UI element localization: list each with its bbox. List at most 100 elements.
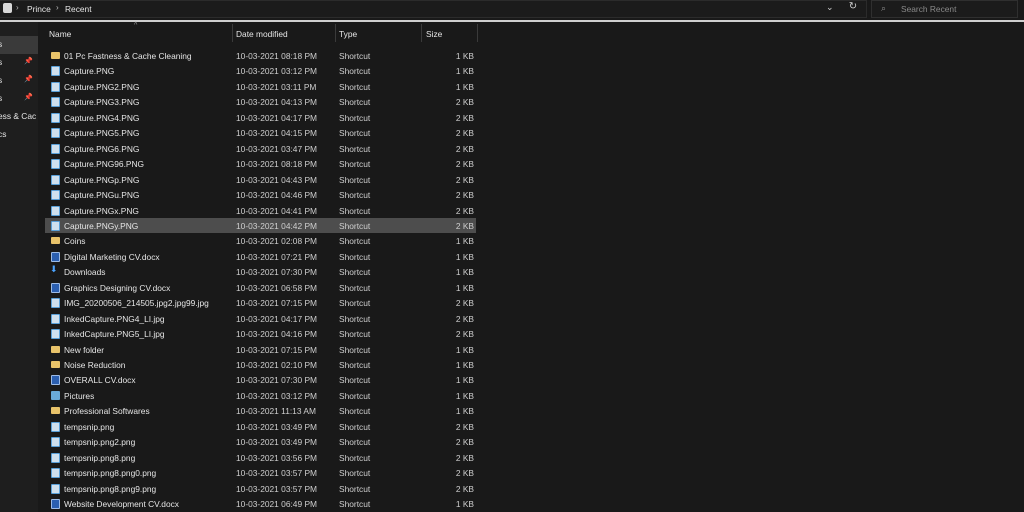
file-row[interactable]: tempsnip.png8.png0.png 10-03-2021 03:57 P… (45, 465, 476, 480)
file-row[interactable]: tempsnip.png8.png9.png 10-03-2021 03:57 P… (45, 481, 476, 496)
file-size: 2 KB (455, 329, 474, 340)
file-row[interactable]: Capture.PNG96.PNG 10-03-2021 08:18 PM Shor… (45, 156, 476, 171)
file-row[interactable]: Digital Marketing CV.docx 10-03-2021 07:2… (45, 249, 476, 264)
file-row[interactable]: Professional Softwares 10-03-2021 11:13 A… (45, 403, 476, 418)
image-file-icon (51, 468, 60, 479)
file-type: Shortcut (339, 390, 371, 401)
file-row[interactable]: Website Development CV.docx 10-03-2021 06… (45, 496, 476, 511)
file-date-modified: 10-03-2021 04:15 PM (236, 128, 318, 139)
column-divider[interactable] (335, 24, 336, 42)
file-date-modified: 10-03-2021 04:17 PM (236, 112, 318, 123)
file-row[interactable]: tempsnip.png 10-03-2021 03:49 PM Shortcut 2… (45, 419, 476, 434)
file-row[interactable]: Pictures 10-03-2021 03:12 PM Shortcut 1 KB (45, 388, 476, 403)
file-type: Shortcut (339, 452, 371, 463)
this-pc-icon (3, 3, 12, 13)
column-divider[interactable] (421, 24, 422, 42)
file-name: Capture.PNGy.PNG (64, 220, 139, 231)
file-row[interactable]: IMG_20200506_214505.jpg2.jpg99.jpg 10-03-… (45, 295, 476, 310)
file-row[interactable]: Downloads 10-03-2021 07:30 PM Shortcut 1 KB (45, 264, 476, 279)
breadcrumb-item-prince[interactable]: Prince (27, 4, 51, 14)
search-input[interactable]: ⌕ Search Recent (871, 0, 1018, 18)
nav-item[interactable]: ess & Cac (0, 111, 36, 121)
file-list: ^ Name Date modified Type Size 01 Pc Fas… (38, 22, 1024, 512)
file-name: Downloads (64, 267, 106, 278)
nav-item[interactable]: s (0, 75, 2, 85)
file-date-modified: 10-03-2021 07:15 PM (236, 344, 318, 355)
file-row[interactable]: InkedCapture.PNG5_LI.jpg 10-03-2021 04:16… (45, 326, 476, 341)
file-row[interactable]: Capture.PNG 10-03-2021 03:12 PM Shortcut 1 … (45, 63, 476, 78)
file-row[interactable]: Capture.PNG4.PNG 10-03-2021 04:17 PM Short… (45, 110, 476, 125)
file-size: 2 KB (455, 437, 474, 448)
file-date-modified: 10-03-2021 03:12 PM (236, 390, 318, 401)
file-row[interactable]: Capture.PNGy.PNG 10-03-2021 04:42 PM Short… (45, 217, 476, 233)
address-bar[interactable]: › Prince › Recent ⌄ (0, 0, 867, 18)
file-name: Digital Marketing CV.docx (64, 251, 160, 262)
column-header-name[interactable]: Name (49, 29, 71, 39)
file-row[interactable]: Graphics Designing CV.docx 10-03-2021 06:… (45, 280, 476, 295)
nav-item[interactable]: s (0, 93, 2, 103)
file-row[interactable]: Capture.PNG6.PNG 10-03-2021 03:47 PM Short… (45, 141, 476, 156)
file-size: 1 KB (455, 267, 474, 278)
toolbar: › Prince › Recent ⌄ ↻ ⌕ Search Recent (0, 0, 1024, 22)
file-type: Shortcut (339, 97, 371, 108)
nav-selection (0, 36, 38, 54)
file-row[interactable]: tempsnip.png8.png 10-03-2021 03:56 PM Shor… (45, 450, 476, 465)
nav-item[interactable]: s (0, 57, 2, 67)
image-file-icon (51, 329, 60, 340)
file-type: Shortcut (339, 313, 371, 324)
column-divider[interactable] (477, 24, 478, 42)
file-type: Shortcut (339, 66, 371, 77)
pin-icon: 📌 (24, 76, 33, 83)
file-name: Capture.PNG4.PNG (64, 112, 140, 123)
file-row[interactable]: Coins 10-03-2021 02:08 PM Shortcut 1 KB (45, 233, 476, 248)
file-row[interactable]: 01 Pc Fastness & Cache Cleaning 10-03-202… (45, 48, 476, 63)
file-type: Shortcut (339, 190, 371, 201)
file-row[interactable]: Capture.PNGx.PNG 10-03-2021 04:41 PM Short… (45, 203, 476, 218)
nav-item[interactable]: s (0, 39, 2, 49)
file-date-modified: 10-03-2021 07:30 PM (236, 267, 318, 278)
column-header-date[interactable]: Date modified (236, 29, 288, 39)
file-size: 1 KB (455, 375, 474, 386)
breadcrumb-item-recent[interactable]: Recent (65, 4, 92, 14)
file-date-modified: 10-03-2021 03:12 PM (236, 66, 318, 77)
file-row[interactable]: InkedCapture.PNG4_LI.jpg 10-03-2021 04:17… (45, 311, 476, 326)
file-size: 1 KB (455, 360, 474, 370)
file-row[interactable]: Noise Reduction 10-03-2021 02:10 PM Shortc… (45, 357, 476, 372)
file-date-modified: 10-03-2021 04:42 PM (236, 220, 318, 231)
file-size: 2 KB (455, 452, 474, 463)
nav-item[interactable]: cs (0, 129, 6, 139)
file-size: 2 KB (455, 205, 474, 216)
refresh-icon[interactable]: ↻ (846, 1, 860, 15)
column-header-type[interactable]: Type (339, 29, 357, 39)
folder-icon (51, 345, 60, 353)
file-date-modified: 10-03-2021 08:18 PM (236, 51, 318, 61)
file-size: 1 KB (455, 406, 474, 417)
file-type: Shortcut (339, 236, 371, 247)
file-date-modified: 10-03-2021 06:49 PM (236, 499, 318, 510)
chevron-down-icon[interactable]: ⌄ (826, 2, 834, 13)
file-row[interactable]: OVERALL CV.docx 10-03-2021 07:30 PM Shortc… (45, 372, 476, 387)
file-row[interactable]: tempsnip.png2.png 10-03-2021 03:49 PM Shor… (45, 434, 476, 449)
file-name: tempsnip.png8.png9.png (64, 483, 157, 494)
file-size: 2 KB (455, 298, 474, 309)
file-size: 2 KB (455, 112, 474, 123)
column-divider[interactable] (232, 24, 233, 42)
column-header-size[interactable]: Size (426, 29, 442, 39)
file-date-modified: 10-03-2021 08:18 PM (236, 159, 318, 170)
file-size: 2 KB (455, 174, 474, 185)
file-type: Shortcut (339, 483, 371, 494)
file-type: Shortcut (339, 112, 371, 123)
file-type: Shortcut (339, 468, 371, 479)
file-row[interactable]: Capture.PNG2.PNG 10-03-2021 03:11 PM Short… (45, 79, 476, 94)
file-row[interactable]: Capture.PNGu.PNG 10-03-2021 04:46 PM Short… (45, 187, 476, 202)
file-row[interactable]: Capture.PNG5.PNG 10-03-2021 04:15 PM Short… (45, 125, 476, 140)
file-row[interactable]: Capture.PNGp.PNG 10-03-2021 04:43 PM Short… (45, 172, 476, 187)
file-date-modified: 10-03-2021 04:41 PM (236, 205, 318, 216)
file-row[interactable]: New folder 10-03-2021 07:15 PM Shortcut 1 K… (45, 342, 476, 357)
navigation-pane: s s 📌 s 📌 s 📌 ess & Cac cs (0, 22, 38, 512)
file-name: InkedCapture.PNG4_LI.jpg (64, 313, 165, 324)
file-name: Capture.PNGu.PNG (64, 190, 140, 201)
file-name: tempsnip.png8.png0.png (64, 468, 157, 479)
file-row[interactable]: Capture.PNG3.PNG 10-03-2021 04:13 PM Short… (45, 94, 476, 109)
file-date-modified: 10-03-2021 03:56 PM (236, 452, 318, 463)
